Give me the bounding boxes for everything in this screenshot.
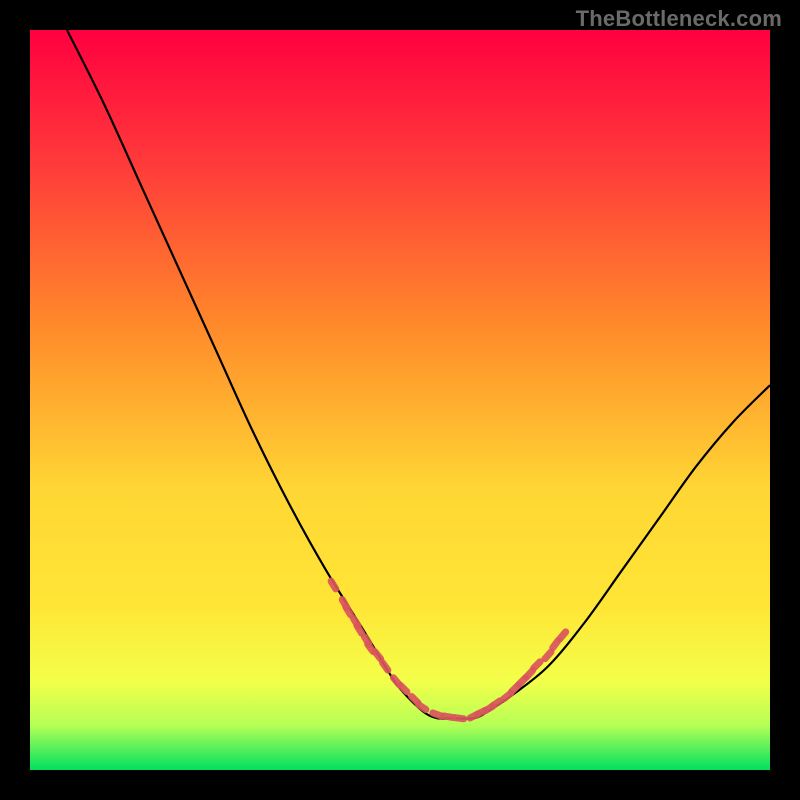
watermark-text: TheBottleneck.com <box>576 6 782 32</box>
plot-area <box>30 30 770 770</box>
chart-container: TheBottleneck.com <box>0 0 800 800</box>
chart-svg <box>30 30 770 770</box>
gradient-background <box>30 30 770 770</box>
